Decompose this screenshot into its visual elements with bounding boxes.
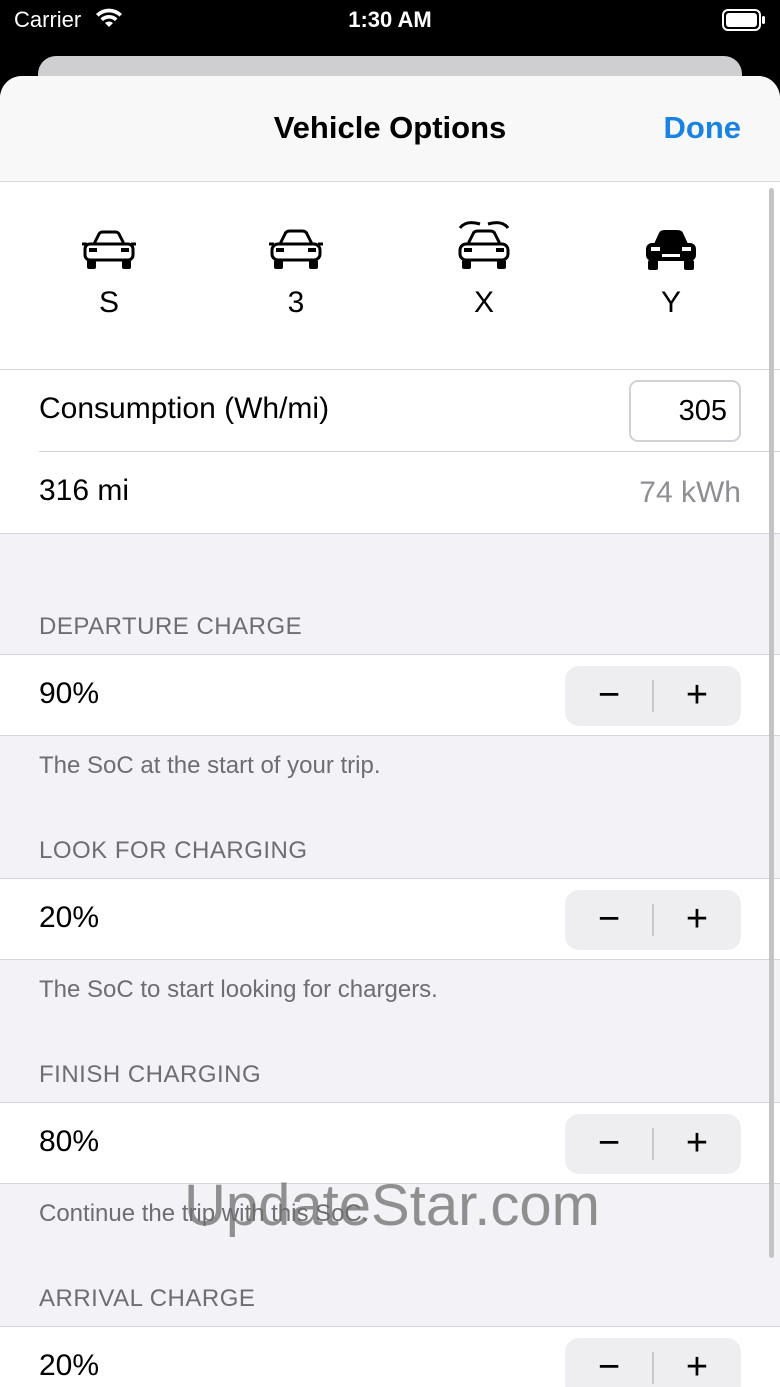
- arrival-charge-row: 20% − +: [0, 1326, 780, 1387]
- section-header-departure-charge: DEPARTURE CHARGE: [39, 613, 303, 640]
- range-row: 316 mi 74 kWh: [0, 452, 780, 534]
- model-label-y: Y: [660, 286, 681, 319]
- consumption-row: Consumption (Wh/mi): [0, 370, 780, 452]
- increment-button[interactable]: +: [653, 1338, 741, 1387]
- look-for-charging-row: 20% − +: [0, 878, 780, 960]
- arrival-charge-stepper: − +: [565, 1338, 741, 1387]
- vehicle-model-selector: S 3 X Y: [0, 182, 780, 370]
- decrement-button[interactable]: −: [565, 666, 653, 726]
- battery-capacity: 74 kWh: [639, 476, 741, 509]
- look-for-charging-value: 20%: [39, 901, 100, 934]
- model-label-s: S: [98, 286, 119, 319]
- car-3-icon: [269, 229, 323, 269]
- arrival-charge-value: 20%: [39, 1349, 100, 1382]
- navigation-bar: Vehicle Options Done: [0, 76, 780, 182]
- increment-button[interactable]: +: [653, 890, 741, 950]
- section-footer-look-for-charging: The SoC to start looking for chargers.: [39, 976, 438, 1003]
- model-x-option[interactable]: X: [424, 218, 544, 320]
- departure-charge-value: 90%: [39, 677, 100, 710]
- section-footer-departure-charge: The SoC at the start of your trip.: [39, 752, 381, 779]
- finish-charging-value: 80%: [39, 1125, 100, 1158]
- departure-charge-stepper: − +: [565, 666, 741, 726]
- watermark: UpdateStar.com: [184, 1173, 600, 1238]
- increment-button[interactable]: +: [653, 666, 741, 726]
- finish-charging-stepper: − +: [565, 1114, 741, 1174]
- consumption-label: Consumption (Wh/mi): [39, 392, 330, 425]
- status-bar: Carrier 1:30 AM: [0, 0, 780, 40]
- look-for-charging-stepper: − +: [565, 890, 741, 950]
- status-time: 1:30 AM: [348, 7, 432, 32]
- model-y-option[interactable]: Y: [611, 226, 731, 320]
- vertical-scrollbar[interactable]: [769, 188, 774, 1258]
- section-header-look-for-charging: LOOK FOR CHARGING: [39, 837, 308, 864]
- consumption-input[interactable]: [629, 380, 741, 442]
- decrement-button[interactable]: −: [565, 890, 653, 950]
- decrement-button[interactable]: −: [565, 1338, 653, 1387]
- battery-icon: [722, 9, 766, 31]
- done-button[interactable]: Done: [664, 110, 742, 146]
- model-label-3: 3: [287, 286, 305, 319]
- model-s-option[interactable]: S: [49, 226, 169, 320]
- section-header-finish-charging: FINISH CHARGING: [39, 1061, 262, 1088]
- car-x-falcon-doors-icon: [458, 221, 510, 269]
- car-s-icon: [82, 230, 136, 269]
- car-y-icon: [646, 230, 696, 270]
- range-distance: 316 mi: [39, 474, 130, 507]
- departure-charge-row: 90% − +: [0, 654, 780, 736]
- model-3-option[interactable]: 3: [236, 226, 356, 320]
- decrement-button[interactable]: −: [565, 1114, 653, 1174]
- section-header-arrival-charge: ARRIVAL CHARGE: [39, 1285, 256, 1312]
- increment-button[interactable]: +: [653, 1114, 741, 1174]
- model-label-x: X: [473, 286, 494, 319]
